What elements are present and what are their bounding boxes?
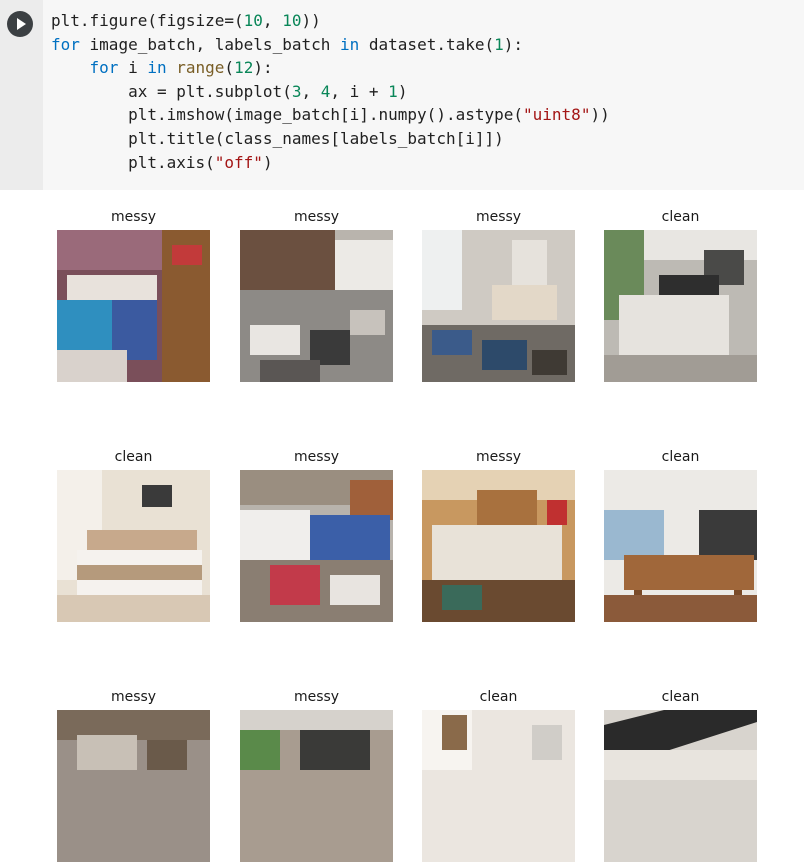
image-title: clean (661, 449, 700, 465)
code-token: plt.figure(figsize=( (51, 11, 244, 30)
code-token: ) (397, 81, 408, 101)
code-token: range (176, 58, 225, 78)
code-token: 1 (388, 81, 398, 101)
code-token: 10 (282, 11, 302, 30)
code-line: for i in range(12): (51, 56, 610, 80)
code-token: , (262, 11, 283, 30)
code-token: image_batch, labels_batch (79, 34, 340, 54)
play-icon (17, 18, 26, 30)
room-image (57, 470, 210, 622)
image-title: messy (110, 689, 157, 705)
room-image (240, 710, 393, 862)
cell-gutter (0, 0, 43, 190)
room-image (604, 470, 757, 622)
code-line: plt.title(class_names[labels_batch[i]]) (51, 127, 610, 151)
code-line: plt.axis("off") (51, 151, 610, 175)
code-token: 10 (243, 11, 263, 30)
code-line: plt.imshow(image_batch[i].numpy().astype… (51, 103, 610, 127)
image-title: clean (479, 689, 518, 705)
image-title: messy (293, 689, 340, 705)
code-token: plt.title(class_names[labels_batch[i]]) (51, 128, 504, 148)
code-token: in (147, 58, 167, 78)
code-cell[interactable]: plt.figure(figsize=(10, 10)) for image_ba… (0, 0, 804, 190)
cell-output: messy messy messy clean clean messy mess… (0, 190, 804, 862)
code-token: "off" (214, 152, 263, 172)
image-tile: clean (422, 687, 575, 862)
image-tile: clean (604, 447, 757, 622)
room-image (240, 470, 393, 622)
code-token: ( (224, 58, 235, 78)
room-image (240, 230, 393, 382)
image-tile: messy (240, 447, 393, 622)
room-image (57, 710, 210, 862)
image-tile: messy (240, 687, 393, 862)
code-line: ax = plt.subplot(3, 4, i + 1) (51, 80, 610, 104)
code-token: dataset.take( (359, 34, 495, 54)
code-token: 12 (234, 58, 254, 78)
image-title: messy (293, 209, 340, 225)
image-tile: messy (422, 207, 575, 382)
code-token: ): (253, 58, 273, 78)
image-tile: messy (57, 207, 210, 382)
code-token: "uint8" (523, 105, 591, 125)
image-tile: clean (57, 447, 210, 622)
code-token: , i + (330, 81, 389, 101)
code-token: ) (262, 152, 273, 172)
image-tile: messy (240, 207, 393, 382)
image-tile: messy (422, 447, 575, 622)
code-token: i (118, 58, 148, 78)
image-tile: clean (604, 687, 757, 862)
room-image (604, 230, 757, 382)
image-title: messy (475, 209, 522, 225)
image-title: messy (110, 209, 157, 225)
code-editor[interactable]: plt.figure(figsize=(10, 10)) for image_ba… (51, 9, 610, 174)
code-token: in (340, 34, 360, 54)
image-tile: messy (57, 687, 210, 862)
room-image (57, 230, 210, 382)
code-token: 4 (320, 81, 331, 101)
image-tile: clean (604, 207, 757, 382)
code-token: for (51, 34, 80, 54)
code-line: plt.figure(figsize=(10, 10)) (51, 9, 610, 33)
code-token: plt.imshow(image_batch[i].numpy().astype… (51, 105, 524, 125)
image-title: clean (661, 209, 700, 225)
image-title: messy (293, 449, 340, 465)
code-token: )) (590, 105, 610, 125)
room-image (422, 710, 575, 862)
code-token: plt.axis( (51, 152, 215, 172)
code-token: ax = plt.subplot( (51, 81, 292, 101)
room-image (422, 470, 575, 622)
code-token: 1 (494, 34, 504, 54)
code-token: , (301, 81, 321, 101)
image-title: clean (661, 689, 700, 705)
image-title: clean (114, 449, 153, 465)
room-image (422, 230, 575, 382)
run-cell-button[interactable] (7, 11, 33, 37)
code-token: ): (503, 34, 524, 54)
room-image (604, 710, 757, 862)
code-token: )) (301, 11, 321, 30)
code-token: for (89, 58, 119, 78)
image-title: messy (475, 449, 522, 465)
code-line: for image_batch, labels_batch in dataset… (51, 33, 610, 57)
